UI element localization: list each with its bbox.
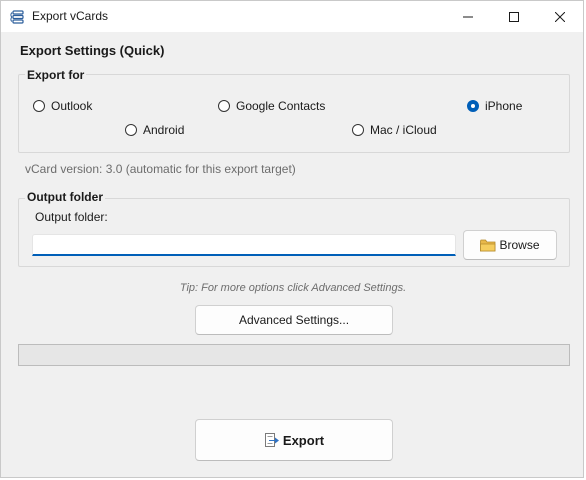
maximize-icon <box>509 11 519 22</box>
radio-circle-google-contacts[interactable] <box>218 100 230 112</box>
close-icon <box>555 11 565 22</box>
export-icon <box>264 433 279 447</box>
radio-iphone[interactable]: iPhone <box>467 99 522 113</box>
output-folder-field-label: Output folder: <box>35 210 108 224</box>
tip-text: Tip: For more options click Advanced Set… <box>179 282 407 294</box>
export-vcards-window: Export vCards Export Settings (Quick) Ex… <box>0 0 584 478</box>
minimize-icon <box>463 16 473 17</box>
title-bar[interactable]: Export vCards <box>1 1 583 32</box>
radio-google-contacts[interactable]: Google Contacts <box>218 99 325 113</box>
minimize-button[interactable] <box>445 1 491 32</box>
vcard-app-icon <box>10 9 26 25</box>
radio-label-outlook: Outlook <box>51 99 93 113</box>
radio-outlook[interactable]: Outlook <box>33 99 92 113</box>
export-button[interactable]: Export <box>195 419 393 461</box>
radio-label-mac-icloud: Mac / iCloud <box>370 123 437 137</box>
radio-label-iphone: iPhone <box>485 99 523 113</box>
page-heading: Export Settings (Quick) <box>20 43 165 58</box>
radio-mac-icloud[interactable]: Mac / iCloud <box>352 123 437 137</box>
advanced-settings-button[interactable]: Advanced Settings... <box>195 305 393 335</box>
browse-label: Browse <box>499 238 540 252</box>
export-for-label: Export for <box>25 68 87 82</box>
maximize-button[interactable] <box>491 1 537 32</box>
radio-android[interactable]: Android <box>125 123 184 137</box>
vcard-version-text: vCard version: 3.0 (automatic for this e… <box>25 162 296 176</box>
advanced-settings-label: Advanced Settings... <box>238 313 350 327</box>
window-title: Export vCards <box>32 9 109 23</box>
radio-circle-mac-icloud[interactable] <box>352 124 364 136</box>
browse-button[interactable]: Browse <box>463 230 557 260</box>
output-folder-group-label: Output folder <box>25 190 105 204</box>
folder-icon <box>480 239 496 251</box>
export-for-group <box>18 74 570 153</box>
radio-label-android: Android <box>143 123 185 137</box>
close-button[interactable] <box>537 1 583 32</box>
export-label: Export <box>282 432 325 448</box>
radio-label-google-contacts: Google Contacts <box>236 99 326 113</box>
output-folder-input[interactable] <box>32 234 456 256</box>
progress-bar <box>18 344 570 366</box>
radio-circle-android[interactable] <box>125 124 137 136</box>
radio-circle-iphone[interactable] <box>467 100 479 112</box>
radio-circle-outlook[interactable] <box>33 100 45 112</box>
